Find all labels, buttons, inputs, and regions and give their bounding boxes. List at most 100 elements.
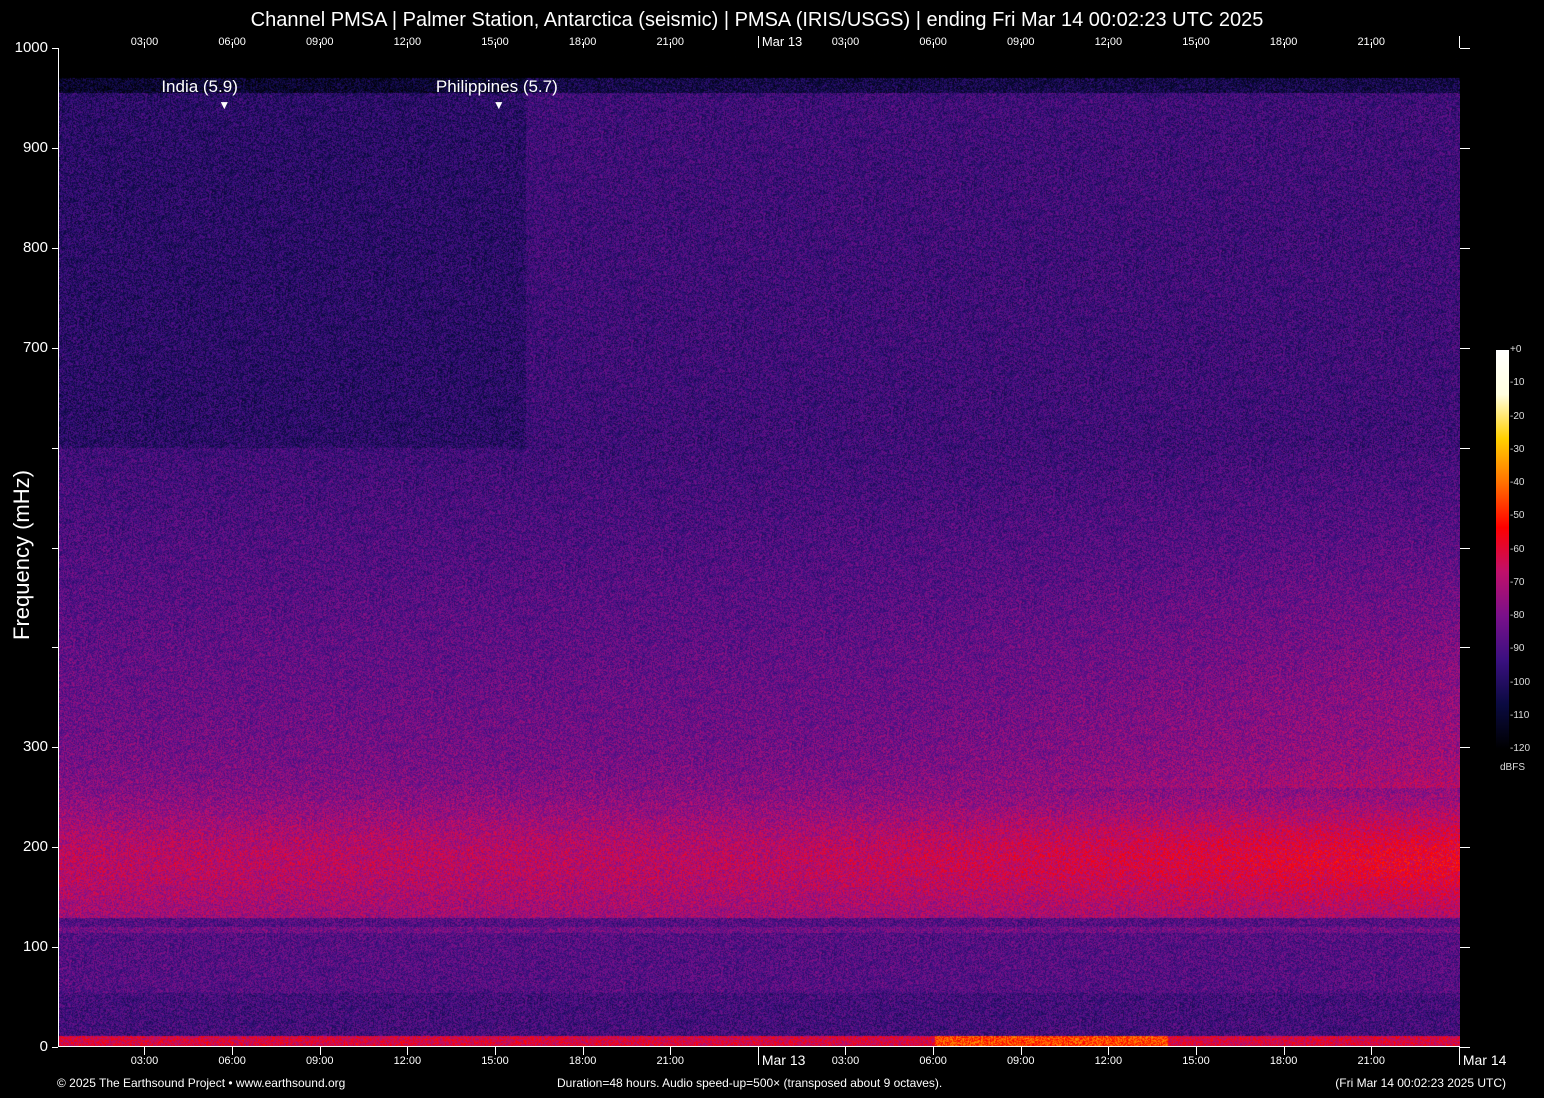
y-tick-mark [52,247,58,249]
y-tick-label: 800 [22,238,48,256]
x-tick-mark-top [1458,36,1460,48]
x-tick-label-top: 09:00 [305,36,334,48]
y-tick-mark-right [1460,48,1470,49]
x-tick-label-top: 09:00 [1006,36,1035,48]
x-tick-label: 06:00 [919,1055,947,1067]
x-tick-label: 18:00 [568,1055,597,1067]
y-tick-label: 700 [22,338,48,356]
y-tick-mark-right [1460,147,1470,149]
x-tick-mark-top [757,36,759,48]
x-tick-label: Mar 13 [761,1052,806,1068]
y-tick-mark-right [1460,747,1470,749]
y-tick-mark-right [1460,447,1470,449]
y-tick-mark-right [1460,847,1470,849]
x-tick-mark [319,1047,321,1055]
x-tick-mark [144,1047,146,1055]
x-tick-label-top: 06:00 [218,36,246,48]
footer-timestamp: (Fri Mar 14 00:02:23 2025 UTC) [1335,1076,1506,1090]
x-tick-mark [1020,1047,1022,1055]
x-tick-mark [845,1047,847,1055]
y-tick-mark [52,947,58,949]
y-tick-mark-right [1460,1047,1470,1048]
y-tick-mark [52,747,58,749]
colorbar-tick-label: -110 [1510,709,1530,721]
colorbar-tick-label: -90 [1510,643,1525,655]
x-tick-label: 18:00 [1269,1055,1298,1067]
y-axis-label: Frequency (mHz) [9,470,34,640]
y-tick-mark [52,547,58,549]
colorbar-tick-label: +0 [1510,344,1522,355]
x-tick-label-top: 18:00 [568,36,597,48]
plot-frame [58,48,1460,1047]
y-tick-label: 100 [22,938,48,956]
x-tick-label-top: 21:00 [656,36,684,48]
x-tick-label: 15:00 [1182,1055,1210,1067]
colorbar-tick-label: -50 [1510,510,1525,522]
y-tick-mark [52,48,58,49]
x-tick-label: 09:00 [1006,1055,1035,1067]
x-tick-mark [494,1047,496,1055]
x-tick-mark [757,1047,759,1065]
colorbar-unit: dBFS [1500,762,1526,773]
x-tick-label-top: 06:00 [919,36,947,48]
y-tick-mark [52,447,58,449]
y-tick-label: 200 [22,838,48,856]
y-tick-mark-right [1460,647,1470,649]
colorbar [1496,350,1509,749]
x-tick-label: 12:00 [393,1055,422,1067]
x-tick-label-top: 03:00 [130,36,159,48]
x-tick-label-top: 21:00 [1357,36,1385,48]
y-tick-mark-right [1460,547,1470,549]
event-arrow-icon: ▼ [218,98,231,112]
colorbar-tick-label: -120 [1510,743,1531,754]
x-tick-mark [1371,1047,1373,1055]
event-label: India (5.9) [161,77,238,96]
y-tick-label: 300 [22,738,48,756]
x-tick-label: 09:00 [305,1055,334,1067]
x-tick-label-top: 12:00 [393,36,422,48]
x-tick-mark [1108,1047,1110,1055]
x-tick-mark [1458,1047,1460,1065]
x-tick-label: 03:00 [130,1055,159,1067]
x-tick-mark [670,1047,672,1055]
x-tick-label: 21:00 [656,1055,684,1067]
colorbar-tick-label: -40 [1510,477,1525,488]
y-tick-mark-right [1460,947,1470,949]
colorbar-tick-label: -10 [1510,377,1525,389]
colorbar-tick-label: -80 [1510,610,1525,621]
x-tick-label-top: 15:00 [1182,36,1210,48]
x-tick-label: 12:00 [1094,1055,1123,1067]
x-tick-mark [407,1047,409,1055]
y-tick-mark [52,847,58,849]
y-tick-mark [52,647,58,649]
colorbar-tick-label: -30 [1510,443,1525,455]
y-tick-mark [52,1047,58,1048]
x-tick-label: 03:00 [831,1055,860,1067]
footer-copyright: © 2025 The Earthsound Project • www.eart… [57,1076,346,1090]
y-tick-mark-right [1460,347,1470,349]
colorbar-tick-label: -100 [1510,676,1531,688]
x-tick-label: Mar 14 [1462,1052,1507,1068]
x-tick-mark [1195,1047,1197,1055]
x-tick-mark [232,1047,234,1055]
event-label: Philippines (5.7) [435,77,558,96]
x-tick-label: 06:00 [218,1055,246,1067]
y-tick-label: 900 [22,138,48,156]
x-tick-label-top: 12:00 [1094,36,1123,48]
y-tick-label: 1000 [14,39,48,56]
x-tick-mark [933,1047,935,1055]
x-tick-label-top: 03:00 [831,36,860,48]
event-arrow-icon: ▼ [492,98,505,112]
x-tick-mark [582,1047,584,1055]
x-tick-label: 21:00 [1357,1055,1385,1067]
colorbar-tick-label: -60 [1510,543,1525,555]
colorbar-tick-label: -70 [1510,576,1525,588]
x-tick-label-top: 18:00 [1269,36,1298,48]
x-tick-label-top: 15:00 [481,36,509,48]
footer-info: Duration=48 hours. Audio speed-up=500× (… [557,1076,943,1090]
chart-title: Channel PMSA | Palmer Station, Antarctic… [250,9,1264,31]
y-tick-mark [52,347,58,349]
y-tick-mark-right [1460,247,1470,249]
colorbar-tick-label: -20 [1510,410,1525,422]
x-tick-label: 15:00 [481,1055,509,1067]
